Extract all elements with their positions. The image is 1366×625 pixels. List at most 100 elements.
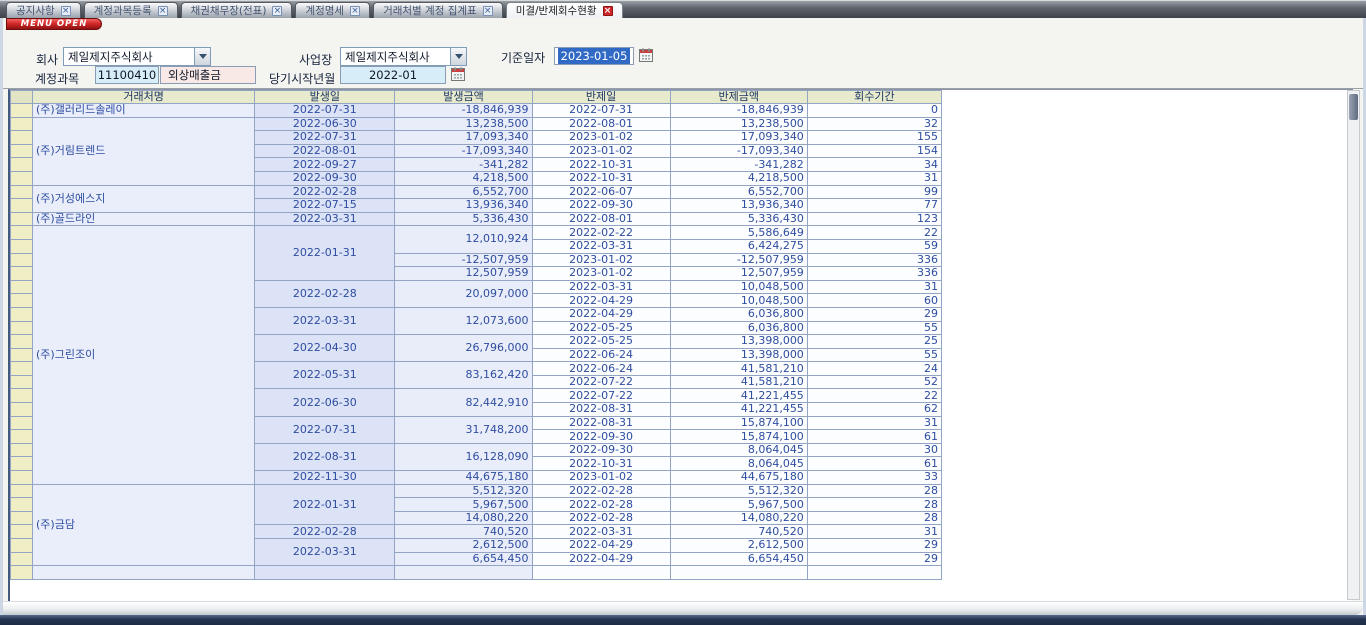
base-date-calendar-icon[interactable]	[639, 48, 653, 62]
occur-amount-cell[interactable]: 6,654,450	[395, 552, 532, 566]
occur-amount-cell[interactable]: 14,080,220	[395, 511, 532, 525]
occur-date-cell[interactable]: 2022-02-28	[255, 525, 395, 539]
settle-date-cell[interactable]: 2022-07-22	[532, 389, 670, 403]
settle-amount-cell[interactable]: 41,221,455	[670, 389, 807, 403]
collect-days-cell[interactable]: 34	[807, 158, 941, 172]
row-header-cell[interactable]	[11, 471, 33, 485]
settle-date-cell[interactable]: 2022-03-31	[532, 525, 670, 539]
row-header-cell[interactable]	[11, 185, 33, 199]
customer-name-cell[interactable]: (주)갤러리드솔레이	[33, 104, 255, 118]
collect-days-cell[interactable]: 25	[807, 335, 941, 349]
tab-6[interactable]: 미결/반제회수현황×	[506, 2, 623, 18]
vertical-scrollbar[interactable]	[1347, 90, 1360, 600]
row-header-cell[interactable]	[11, 294, 33, 308]
collect-days-cell[interactable]: 31	[807, 171, 941, 185]
grid-cell[interactable]	[11, 566, 33, 580]
row-header-cell[interactable]	[11, 144, 33, 158]
occur-date-cell[interactable]: 2022-07-31	[255, 104, 395, 118]
collect-days-cell[interactable]: 336	[807, 253, 941, 267]
occur-date-cell[interactable]: 2022-04-30	[255, 335, 395, 362]
row-header-cell[interactable]	[11, 321, 33, 335]
row-header-cell[interactable]	[11, 307, 33, 321]
settle-amount-cell[interactable]: 5,967,500	[670, 498, 807, 512]
settle-amount-cell[interactable]: 41,581,210	[670, 362, 807, 376]
column-header[interactable]: 반제금액	[670, 91, 807, 104]
grid-cell[interactable]	[670, 566, 807, 580]
collect-days-cell[interactable]: 24	[807, 362, 941, 376]
occur-date-cell[interactable]: 2022-03-31	[255, 539, 395, 566]
company-select[interactable]: 제일제지주식회사	[63, 47, 211, 66]
tab-close-icon[interactable]: ×	[350, 6, 360, 16]
account-code-input[interactable]: 11100410	[95, 66, 159, 84]
collect-days-cell[interactable]: 32	[807, 117, 941, 131]
settle-date-cell[interactable]: 2022-02-22	[532, 226, 670, 240]
tab-1[interactable]: 공지사항×	[6, 2, 81, 18]
grid-cell[interactable]	[532, 566, 670, 580]
collect-days-cell[interactable]: 28	[807, 511, 941, 525]
settle-amount-cell[interactable]: 13,936,340	[670, 199, 807, 213]
settle-date-cell[interactable]: 2022-10-31	[532, 171, 670, 185]
occur-amount-cell[interactable]: 5,336,430	[395, 212, 532, 226]
occur-date-cell[interactable]: 2022-07-31	[255, 131, 395, 145]
settle-date-cell[interactable]: 2022-02-28	[532, 498, 670, 512]
settle-amount-cell[interactable]: 2,612,500	[670, 539, 807, 553]
occur-amount-cell[interactable]: 83,162,420	[395, 362, 532, 389]
collect-days-cell[interactable]: 31	[807, 280, 941, 294]
collect-days-cell[interactable]: 336	[807, 267, 941, 281]
settle-date-cell[interactable]: 2023-01-02	[532, 253, 670, 267]
settle-date-cell[interactable]: 2022-04-29	[532, 294, 670, 308]
settle-amount-cell[interactable]: 8,064,045	[670, 443, 807, 457]
tab-close-icon[interactable]: ×	[61, 6, 71, 16]
occur-amount-cell[interactable]: 4,218,500	[395, 171, 532, 185]
row-header-cell[interactable]	[11, 212, 33, 226]
row-header-cell[interactable]	[11, 539, 33, 553]
settle-amount-cell[interactable]: 13,398,000	[670, 335, 807, 349]
menu-open-button[interactable]: MENU OPEN	[6, 18, 102, 30]
settle-amount-cell[interactable]: 10,048,500	[670, 294, 807, 308]
settle-date-cell[interactable]: 2022-09-30	[532, 443, 670, 457]
settle-date-cell[interactable]: 2022-10-31	[532, 158, 670, 172]
settle-date-cell[interactable]: 2022-03-31	[532, 280, 670, 294]
settle-date-cell[interactable]: 2022-10-31	[532, 457, 670, 471]
occur-date-cell[interactable]: 2022-07-15	[255, 199, 395, 213]
occur-date-cell[interactable]: 2022-01-31	[255, 226, 395, 280]
collect-days-cell[interactable]: 28	[807, 498, 941, 512]
column-header[interactable]: 거래처명	[33, 91, 255, 104]
settle-date-cell[interactable]: 2023-01-02	[532, 144, 670, 158]
collect-days-cell[interactable]: 22	[807, 226, 941, 240]
customer-name-cell[interactable]: (주)거성에스지	[33, 185, 255, 212]
settle-amount-cell[interactable]: 6,036,800	[670, 307, 807, 321]
customer-name-cell[interactable]: (주)그린조이	[33, 226, 255, 484]
collect-days-cell[interactable]: 29	[807, 552, 941, 566]
settle-amount-cell[interactable]: 5,336,430	[670, 212, 807, 226]
occur-amount-cell[interactable]: 5,512,320	[395, 484, 532, 498]
column-header[interactable]: 발생일	[255, 91, 395, 104]
collect-days-cell[interactable]: 29	[807, 539, 941, 553]
occur-amount-cell[interactable]: -17,093,340	[395, 144, 532, 158]
row-header-cell[interactable]	[11, 280, 33, 294]
collect-days-cell[interactable]: 31	[807, 416, 941, 430]
tab-5[interactable]: 거래처별 계정 집계표×	[373, 2, 503, 18]
occur-amount-cell[interactable]: -12,507,959	[395, 253, 532, 267]
collect-days-cell[interactable]: 154	[807, 144, 941, 158]
row-header-cell[interactable]	[11, 430, 33, 444]
settle-date-cell[interactable]: 2023-01-02	[532, 267, 670, 281]
occur-amount-cell[interactable]: 44,675,180	[395, 471, 532, 485]
column-header[interactable]: 발생금액	[395, 91, 532, 104]
collect-days-cell[interactable]: 55	[807, 348, 941, 362]
occur-amount-cell[interactable]: 2,612,500	[395, 539, 532, 553]
row-header-cell[interactable]	[11, 199, 33, 213]
row-header-cell[interactable]	[11, 253, 33, 267]
settle-amount-cell[interactable]: 13,238,500	[670, 117, 807, 131]
occur-date-cell[interactable]: 2022-07-31	[255, 416, 395, 443]
collect-days-cell[interactable]: 31	[807, 525, 941, 539]
occur-date-cell[interactable]: 2022-08-01	[255, 144, 395, 158]
row-header-cell[interactable]	[11, 498, 33, 512]
settle-amount-cell[interactable]: 15,874,100	[670, 416, 807, 430]
column-header[interactable]: 회수기간	[807, 91, 941, 104]
settle-amount-cell[interactable]: 6,036,800	[670, 321, 807, 335]
settle-amount-cell[interactable]: 6,552,700	[670, 185, 807, 199]
settle-date-cell[interactable]: 2022-03-31	[532, 239, 670, 253]
occur-amount-cell[interactable]: 20,097,000	[395, 280, 532, 307]
settle-amount-cell[interactable]: -341,282	[670, 158, 807, 172]
